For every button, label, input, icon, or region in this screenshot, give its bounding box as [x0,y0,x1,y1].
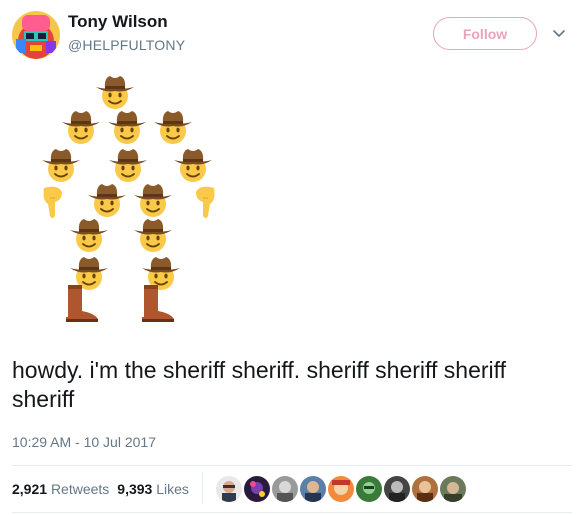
tweet-timestamp[interactable]: 10:29 AM - 10 Jul 2017 [12,434,156,450]
stats-divider [202,472,203,504]
liker-avatar[interactable] [216,476,242,502]
retweets-count: 2,921 [12,481,48,497]
liker-avatar[interactable] [328,476,354,502]
user-handle[interactable]: @HELPFULTONY [68,37,185,53]
retweets-label: Retweets [50,481,110,497]
cowboy-emoji [95,75,135,110]
pointing-down-emoji [42,186,63,219]
chevron-down-icon[interactable] [552,28,566,40]
cowboy-emoji [61,110,101,145]
cowboy-emoji [173,148,213,183]
tweet-media-art[interactable] [0,60,579,340]
divider [12,512,572,513]
tweet-text: howdy. i'm the sheriff sheriff. sheriff … [12,357,507,412]
user-name[interactable]: Tony Wilson [68,12,168,32]
liker-avatar[interactable] [300,476,326,502]
cowboy-emoji [107,110,147,145]
cowboy-emoji [133,183,173,218]
liker-avatar[interactable] [412,476,438,502]
divider [12,465,572,466]
liker-avatar[interactable] [384,476,410,502]
liker-avatar[interactable] [440,476,466,502]
user-avatar[interactable] [12,11,60,59]
cowboy-emoji [87,183,127,218]
cowboy-emoji [41,148,81,183]
liker-avatar[interactable] [356,476,382,502]
cowboy-boot-emoji [142,285,174,322]
cowboy-emoji [133,218,173,253]
likes-label: Likes [156,481,189,497]
likes-stat[interactable]: 9,393 Likes [117,481,189,497]
follow-button[interactable]: Follow [433,17,537,50]
cowboy-emoji [108,148,148,183]
cowboy-emoji [153,110,193,145]
likes-count: 9,393 [117,481,153,497]
cowboy-emoji [69,218,109,253]
retweets-stat[interactable]: 2,921 Retweets [12,481,109,497]
avatar-image [12,11,60,59]
tweet-stats: 2,921 Retweets 9,393 Likes [12,481,189,497]
liker-avatar[interactable] [272,476,298,502]
cowboy-boot-emoji [66,285,98,322]
liker-avatar[interactable] [244,476,270,502]
pointing-down-emoji [195,186,216,219]
